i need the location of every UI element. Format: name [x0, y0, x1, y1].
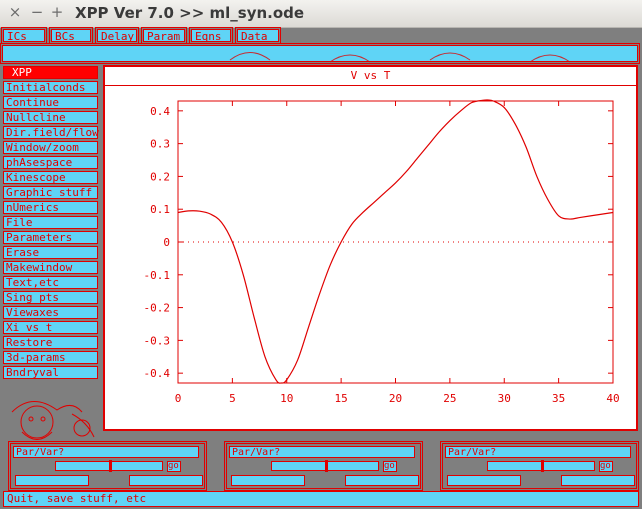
y-tick-label: 0.1	[150, 203, 170, 216]
menu-item-bndryval[interactable]: Bndryval	[3, 366, 98, 379]
menu-item-dirfield[interactable]: Dir.field/flow	[3, 126, 99, 139]
bcs-button[interactable]: BCs	[49, 27, 93, 44]
y-tick-label: 0.2	[150, 170, 170, 183]
menu-item-continue[interactable]: Continue	[3, 96, 98, 109]
maximize-icon[interactable]: +	[48, 3, 66, 21]
menu-item-window-zoom[interactable]: Window/zoom	[3, 141, 98, 154]
menu-item-erase[interactable]: Erase	[3, 246, 98, 259]
y-tick-label: -0.3	[144, 334, 171, 347]
par-var-field[interactable]: Par/Var?	[445, 446, 631, 458]
plot-canvas[interactable]: 0 5 10 15 20 25 30 35 40 0.4 0.3 0.2 0.1 0 -0.1 -0.2 -0.…	[105, 87, 636, 431]
slider-knob[interactable]	[540, 460, 544, 472]
menu-item-phasespace[interactable]: phAsespace	[3, 156, 98, 169]
menu-item-xi-vs-t[interactable]: Xi vs t	[3, 321, 98, 334]
y-tick-label: -0.2	[144, 302, 171, 315]
y-tick-label: 0	[163, 236, 170, 249]
slider-high-field[interactable]	[561, 475, 635, 486]
x-tick-label: 30	[498, 392, 511, 405]
go-button[interactable]: go	[383, 461, 397, 472]
param-panel-1: Par/Var? go	[8, 441, 207, 491]
param-panel-3: Par/Var? go	[440, 441, 639, 491]
y-tick-label: -0.4	[144, 367, 171, 380]
status-bar: Quit, save stuff, etc	[3, 491, 639, 507]
slider-high-field[interactable]	[345, 475, 419, 486]
x-tick-label: 40	[606, 392, 619, 405]
param-slider[interactable]	[487, 460, 595, 472]
go-button[interactable]: go	[167, 461, 181, 472]
param-button[interactable]: Param	[141, 27, 187, 44]
ics-button[interactable]: ICs	[1, 27, 47, 44]
x-tick-label: 10	[280, 392, 293, 405]
x-tick-label: 15	[335, 392, 348, 405]
menu-item-graphic-stuff[interactable]: Graphic stuff	[3, 186, 98, 199]
go-button[interactable]: go	[599, 461, 613, 472]
menu-item-sing-pts[interactable]: Sing pts	[3, 291, 98, 304]
menu-item-parameters[interactable]: Parameters	[3, 231, 98, 244]
menu-item-3d-params[interactable]: 3d-params	[3, 351, 98, 364]
menu-item-viewaxes[interactable]: Viewaxes	[3, 306, 98, 319]
x-tick-label: 35	[552, 392, 565, 405]
menu-item-file[interactable]: File	[3, 216, 98, 229]
menu-item-nullcline[interactable]: Nullcline	[3, 111, 98, 124]
par-var-field[interactable]: Par/Var?	[229, 446, 415, 458]
x-tick-label: 25	[443, 392, 456, 405]
slider-low-field[interactable]	[447, 475, 521, 486]
slider-knob[interactable]	[108, 460, 112, 472]
minimize-icon[interactable]: −	[28, 3, 46, 21]
menu-item-text-etc[interactable]: Text,etc	[3, 276, 98, 289]
slider-knob[interactable]	[324, 460, 328, 472]
close-icon[interactable]: ×	[6, 3, 24, 21]
param-slider[interactable]	[271, 460, 379, 472]
y-tick-label: 0.3	[150, 138, 170, 151]
menu-item-restore[interactable]: Restore	[3, 336, 98, 349]
param-panel-2: Par/Var? go	[224, 441, 423, 491]
y-tick-label: -0.1	[144, 269, 171, 282]
par-var-field[interactable]: Par/Var?	[13, 446, 199, 458]
param-slider[interactable]	[55, 460, 163, 472]
delay-button[interactable]: Delay	[95, 27, 139, 44]
plot-window[interactable]: V vs T 0 5 10 15 20 25 30 35 40 0.4 0.3 0.2 0.1 0 -0.1…	[103, 65, 638, 431]
x-tick-label: 5	[229, 392, 236, 405]
santa-pattern-icon	[229, 52, 571, 63]
x-tick-label: 20	[389, 392, 402, 405]
menu-item-initialconds[interactable]: Initialconds	[3, 81, 98, 94]
plot-title: V vs T	[105, 67, 636, 86]
slider-low-field[interactable]	[231, 475, 305, 486]
menu-item-kinescope[interactable]: Kinescope	[3, 171, 98, 184]
menu-header-xpp: XPP	[3, 66, 98, 79]
menu-item-numerics[interactable]: nUmerics	[3, 201, 98, 214]
menu-item-makewindow[interactable]: Makewindow	[3, 261, 98, 274]
santa-decoration-icon	[11, 401, 95, 440]
y-tick-label: 0.4	[150, 105, 170, 118]
slider-high-field[interactable]	[129, 475, 203, 486]
slider-low-field[interactable]	[15, 475, 89, 486]
x-tick-label: 0	[175, 392, 182, 405]
